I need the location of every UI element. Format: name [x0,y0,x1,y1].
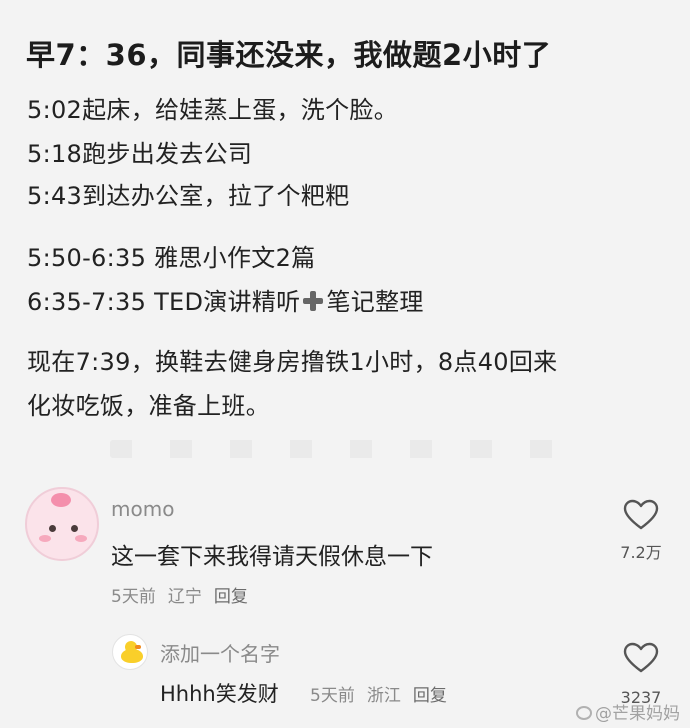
blush-icon [39,535,51,542]
post-line: 化妆吃饭，准备上班。 [27,392,270,420]
bow-icon [51,493,71,507]
like-button[interactable]: 7.2万 [616,499,666,563]
post-line: 现在7:39，换鞋去健身房撸铁1小时，8点40回来 [27,348,558,376]
post-line-part: 6:35-7:35 TED演讲精听 [27,288,301,316]
watermark: @芒果妈妈 [576,699,680,724]
heart-icon [623,642,659,673]
comment-meta: 5天前 浙江 回复 [310,681,459,706]
weibo-logo-icon [576,706,592,720]
comment-time: 5天前 [310,686,355,706]
post-title: 早7：36，同事还没来，我做题2小时了 [26,38,552,72]
reply-button[interactable]: 回复 [214,587,248,607]
comment-time: 5天前 [111,587,156,607]
comment-text: Hhhh笑发财 [160,682,279,706]
post-page: 早7：36，同事还没来，我做题2小时了 5:02起床，给娃蒸上蛋，洗个脸。 5:… [0,0,690,728]
post-line: 5:43到达办公室，拉了个粑粑 [27,182,350,210]
eye-icon [71,525,78,532]
blush-icon [75,535,87,542]
post-line: 5:18跑步出发去公司 [27,140,253,168]
heart-icon [623,499,659,530]
avatar[interactable] [112,634,148,670]
plus-icon [302,290,324,312]
comment-location: 浙江 [366,686,401,706]
comment-location: 辽宁 [167,587,202,607]
avatar[interactable] [25,487,99,561]
post-line: 5:02起床，给娃蒸上蛋，洗个脸。 [27,96,398,124]
comment-meta: 5天前 辽宁 回复 [111,582,260,607]
eye-icon [49,525,56,532]
comment-username[interactable]: 添加一个名字 [160,638,280,667]
comment-text: 这一套下来我得请天假休息一下 [111,544,433,570]
faded-text-row [110,440,590,458]
reply-button[interactable]: 回复 [413,686,447,706]
like-count: 7.2万 [620,543,662,562]
watermark-text: @芒果妈妈 [595,704,680,724]
comment-username[interactable]: momo [111,497,174,521]
post-line-with-plus: 6:35-7:35 TED演讲精听 笔记整理 [27,282,424,317]
post-line: 5:50-6:35 雅思小作文2篇 [27,244,316,272]
like-button[interactable]: 3237 [616,642,666,707]
duck-beak-icon [135,645,141,649]
post-line-part: 笔记整理 [326,288,424,316]
